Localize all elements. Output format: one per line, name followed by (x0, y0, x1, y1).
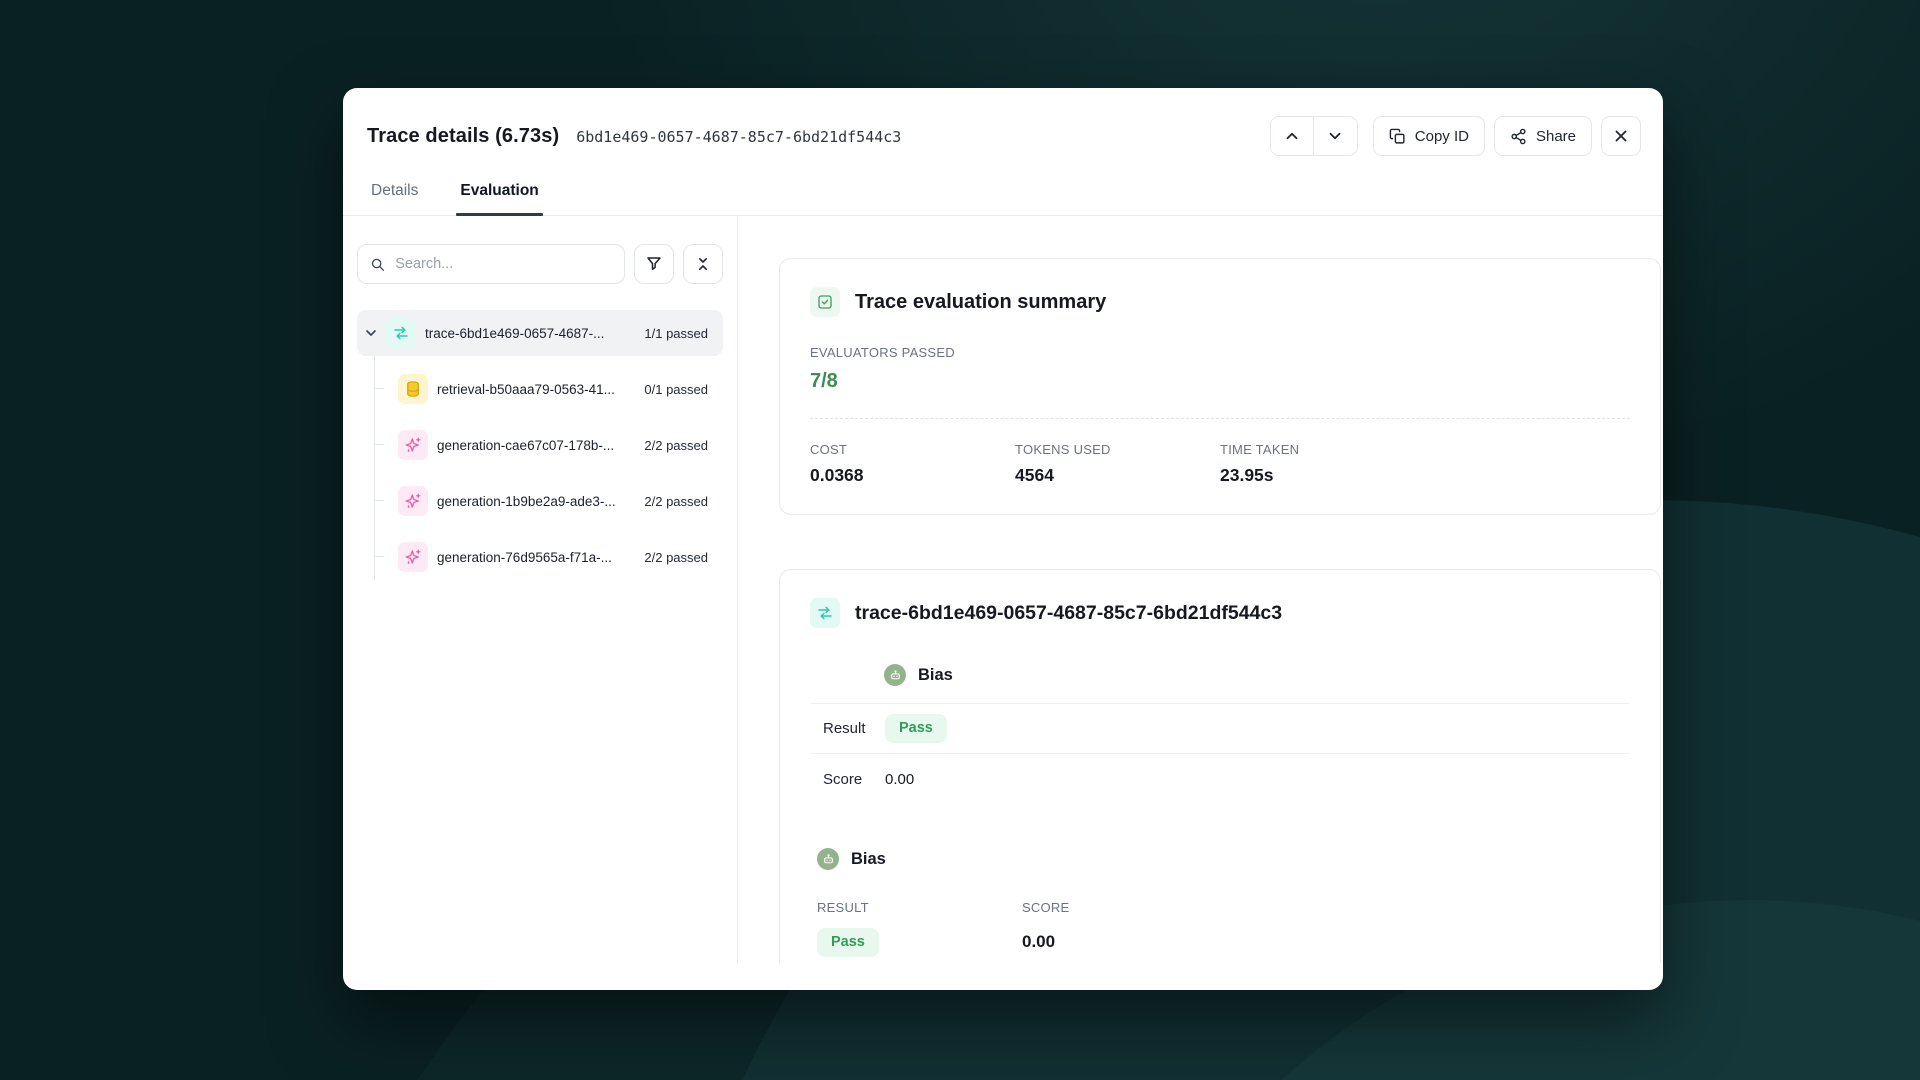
evaluators-passed-label: EVALUATORS PASSED (810, 345, 1630, 360)
stat-label: TOKENS USED (1015, 442, 1220, 457)
search-row (357, 244, 723, 284)
stat-label: COST (810, 442, 1015, 457)
result-column-header: RESULT (817, 900, 1022, 915)
score-row: Score 0.00 (810, 754, 1630, 804)
trace-details-modal: Trace details (6.73s) 6bd1e469-0657-4687… (343, 88, 1663, 990)
share-icon (1510, 128, 1527, 145)
result-label: Result (823, 720, 885, 737)
next-trace-button[interactable] (1314, 117, 1357, 155)
tree-row-status: 0/1 passed (644, 382, 708, 397)
tree-row-label: generation-cae67c07-178b-... (437, 438, 614, 453)
observation-tree-panel: trace-6bd1e469-0657-4687-... 1/1 passed … (343, 216, 738, 963)
evaluation-panel: Trace evaluation summary EVALUATORS PASS… (738, 216, 1663, 963)
tree-row-status: 2/2 passed (644, 494, 708, 509)
tree-row-label: retrieval-b50aaa79-0563-41... (437, 382, 615, 397)
tab-evaluation[interactable]: Evaluation (456, 182, 542, 215)
filter-button[interactable] (634, 244, 674, 284)
tree-row-generation-1[interactable]: generation-cae67c07-178b-... 2/2 passed (357, 422, 723, 468)
dashed-divider (810, 418, 1630, 419)
trace-id-text: 6bd1e469-0657-4687-85c7-6bd21df544c3 (576, 128, 901, 146)
stat-value: 0.0368 (810, 465, 1015, 486)
chevron-down-icon[interactable] (363, 325, 379, 341)
search-input[interactable] (395, 256, 612, 272)
trace-icon (386, 318, 416, 348)
tree-row-trace[interactable]: trace-6bd1e469-0657-4687-... 1/1 passed (357, 310, 723, 356)
observation-tree: trace-6bd1e469-0657-4687-... 1/1 passed … (357, 310, 723, 580)
collapse-all-button[interactable] (683, 244, 723, 284)
span-eval-column-headers: RESULT SCORE (810, 900, 1630, 915)
trace-icon (810, 598, 840, 628)
tree-row-status: 1/1 passed (644, 326, 708, 341)
trace-card-title: trace-6bd1e469-0657-4687-85c7-6bd21df544… (855, 602, 1282, 625)
share-label: Share (1536, 128, 1576, 145)
stat-value: 4564 (1015, 465, 1220, 486)
trace-evaluation-summary-card: Trace evaluation summary EVALUATORS PASS… (779, 258, 1661, 515)
checkbox-check-icon (810, 287, 840, 317)
sparkles-icon (398, 542, 428, 572)
tab-details[interactable]: Details (367, 182, 422, 215)
copy-id-button[interactable]: Copy ID (1373, 116, 1485, 156)
tree-row-label: generation-76d9565a-f71a-... (437, 550, 612, 565)
copy-icon (1389, 128, 1406, 145)
modal-body: trace-6bd1e469-0657-4687-... 1/1 passed … (343, 216, 1663, 963)
stat-value: 23.95s (1220, 465, 1630, 486)
sparkles-icon (398, 430, 428, 460)
result-row: Result Pass (810, 704, 1630, 754)
stat-tokens: TOKENS USED 4564 (1015, 442, 1220, 486)
sparkles-icon (398, 486, 428, 516)
stat-cost: COST 0.0368 (810, 442, 1015, 486)
span-eval-header: Bias (810, 848, 1630, 870)
stat-time: TIME TAKEN 23.95s (1220, 442, 1630, 486)
modal-header: Trace details (6.73s) 6bd1e469-0657-4687… (343, 88, 1663, 156)
robot-icon (817, 848, 839, 870)
tree-row-label: trace-6bd1e469-0657-4687-... (425, 326, 604, 341)
header-actions: Copy ID Share (1270, 116, 1641, 156)
stat-label: TIME TAKEN (1220, 442, 1630, 457)
close-button[interactable] (1601, 116, 1641, 156)
trace-nav-group (1270, 116, 1358, 156)
robot-icon (884, 664, 906, 686)
trace-eval-header: Bias (884, 664, 1630, 686)
tree-row-retrieval[interactable]: retrieval-b50aaa79-0563-41... 0/1 passed (357, 366, 723, 412)
previous-trace-button[interactable] (1271, 117, 1314, 155)
search-icon (370, 256, 385, 273)
tree-row-status: 2/2 passed (644, 550, 708, 565)
tree-row-generation-3[interactable]: generation-76d9565a-f71a-... 2/2 passed (357, 534, 723, 580)
result-pass-badge: Pass (885, 714, 947, 743)
share-button[interactable]: Share (1494, 116, 1592, 156)
evaluator-name: Bias (851, 850, 886, 869)
tab-bar: Details Evaluation (343, 182, 1663, 216)
tree-row-status: 2/2 passed (644, 438, 708, 453)
score-label: Score (823, 771, 885, 788)
score-value: 0.00 (885, 771, 914, 788)
evaluator-name: Bias (918, 666, 953, 685)
chevron-down-icon (1326, 127, 1344, 145)
trace-card-header: trace-6bd1e469-0657-4687-85c7-6bd21df544… (810, 598, 1630, 628)
summary-stats: COST 0.0368 TOKENS USED 4564 TIME TAKEN … (810, 442, 1630, 486)
title-group: Trace details (6.73s) 6bd1e469-0657-4687… (367, 125, 901, 148)
result-pass-badge: Pass (817, 928, 879, 957)
span-eval-values: Pass 0.00 (810, 928, 1630, 957)
close-icon (1612, 127, 1630, 145)
tree-row-generation-2[interactable]: generation-1b9be2a9-ade3-... 2/2 passed (357, 478, 723, 524)
search-input-wrapper[interactable] (357, 244, 625, 284)
score-column-header: SCORE (1022, 900, 1630, 915)
score-value: 0.00 (1022, 932, 1630, 952)
database-icon (398, 374, 428, 404)
trace-evaluations-card: trace-6bd1e469-0657-4687-85c7-6bd21df544… (779, 569, 1661, 963)
copy-id-label: Copy ID (1415, 128, 1469, 145)
modal-title: Trace details (6.73s) (367, 125, 559, 148)
collapse-icon (695, 256, 711, 272)
tree-row-label: generation-1b9be2a9-ade3-... (437, 494, 616, 509)
filter-icon (645, 255, 663, 273)
summary-card-title: Trace evaluation summary (855, 291, 1106, 314)
summary-card-header: Trace evaluation summary (810, 287, 1630, 317)
chevron-up-icon (1283, 127, 1301, 145)
evaluators-passed-value: 7/8 (810, 370, 1630, 393)
